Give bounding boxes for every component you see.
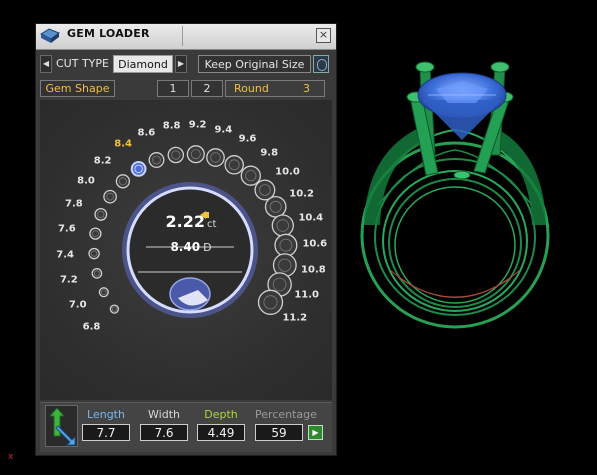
size-option-6.8[interactable] [109, 304, 120, 314]
tab-1[interactable]: 1 [157, 80, 189, 97]
size-option-9.8[interactable] [240, 165, 261, 186]
diameter-readout: 8.40 D [136, 236, 246, 255]
corner-mark: x [8, 452, 14, 462]
swap-arrows-icon [48, 407, 76, 446]
size-option-7.4[interactable] [88, 247, 100, 260]
carat-unit: ct [207, 219, 217, 230]
depth-input[interactable]: 4.49 [197, 424, 245, 441]
size-label-11.0: 11.0 [294, 289, 320, 301]
cut-type-value[interactable]: Diamond [113, 55, 173, 73]
width-input[interactable]: 7.6 [140, 424, 188, 441]
toggle-indicator-icon [317, 59, 327, 71]
keep-size-toggle[interactable] [313, 55, 329, 73]
title-bar: GEM LOADER × [36, 24, 336, 50]
size-label-7.2: 7.2 [59, 274, 78, 286]
gem-loader-panel: GEM LOADER × ◀ CUT TYPE Diamond ▶ Keep O… [35, 23, 337, 456]
size-label-7.6: 7.6 [57, 223, 76, 235]
ring-3d-viewport[interactable] [350, 55, 590, 345]
diameter-unit: D [203, 241, 212, 254]
title-separator [182, 26, 183, 46]
size-option-8.0[interactable] [103, 189, 117, 204]
size-label-10.0: 10.0 [275, 166, 300, 178]
window-title: GEM LOADER [67, 27, 150, 40]
size-option-11.2[interactable] [257, 289, 284, 315]
size-option-8.2[interactable] [115, 174, 131, 189]
size-label-8.0: 8.0 [77, 175, 95, 187]
size-label-11.2: 11.2 [282, 312, 308, 324]
size-option-8.8[interactable] [167, 146, 185, 164]
size-label-8.4: 8.4 [114, 138, 132, 150]
diameter-value: 8.40 [170, 240, 201, 254]
tab-2[interactable]: 2 [191, 80, 223, 97]
size-label-9.6: 9.6 [238, 133, 257, 145]
cut-type-prev-button[interactable]: ◀ [40, 55, 52, 73]
size-label-10.6: 10.6 [302, 238, 328, 250]
tab-round-label: Round [234, 82, 269, 95]
size-label-7.8: 7.8 [65, 198, 83, 210]
gem-logo-icon [39, 28, 61, 43]
depth-label: Depth [204, 408, 238, 421]
size-option-8.6[interactable] [148, 152, 165, 168]
percentage-label: Percentage [255, 408, 317, 421]
size-label-7.0: 7.0 [68, 299, 87, 311]
cut-type-next-button[interactable]: ▶ [175, 55, 187, 73]
size-option-7.6[interactable] [89, 227, 102, 240]
width-label: Width [148, 408, 180, 421]
size-option-10.2[interactable] [264, 195, 287, 218]
size-option-8.4[interactable] [130, 161, 147, 177]
apply-button[interactable]: ▶ [308, 425, 323, 440]
close-button[interactable]: × [316, 28, 331, 43]
size-dial-area: 6.8 7.0 7.2 7.4 7.6 7.8 8.0 8.2 8.4 8.6 8.8 9.2 9.4 9… [40, 100, 332, 400]
length-input[interactable]: 7.7 [82, 424, 130, 441]
size-option-7.2[interactable] [91, 268, 103, 279]
size-option-9.6[interactable] [224, 155, 244, 175]
keep-original-size-button[interactable]: Keep Original Size [198, 55, 311, 73]
tab-gem-shape[interactable]: Gem Shape [40, 80, 115, 97]
size-label-9.8: 9.8 [260, 147, 279, 159]
carat-readout: 2.22 ct [136, 212, 246, 232]
size-option-10.4[interactable] [271, 214, 294, 237]
tab-round-count: 3 [303, 82, 310, 95]
size-label-10.2: 10.2 [289, 188, 314, 200]
percentage-input[interactable]: 59 [255, 424, 303, 441]
length-label: Length [87, 408, 125, 421]
size-option-7.8[interactable] [94, 207, 108, 221]
size-label-7.4: 7.4 [56, 249, 74, 261]
size-label-10.4: 10.4 [298, 212, 324, 224]
size-option-9.2[interactable] [186, 145, 205, 164]
cut-type-label: CUT TYPE [56, 57, 109, 70]
carat-marker-icon [200, 205, 210, 219]
tab-round[interactable]: Round 3 [225, 80, 325, 97]
size-label-8.2: 8.2 [93, 155, 112, 167]
size-option-7.0[interactable] [98, 287, 109, 298]
size-option-10.6[interactable] [274, 233, 298, 257]
size-label-6.8: 6.8 [82, 321, 101, 333]
swap-axes-button[interactable] [45, 405, 78, 447]
size-option-9.4[interactable] [206, 148, 225, 167]
size-label-10.8: 10.8 [301, 264, 326, 276]
